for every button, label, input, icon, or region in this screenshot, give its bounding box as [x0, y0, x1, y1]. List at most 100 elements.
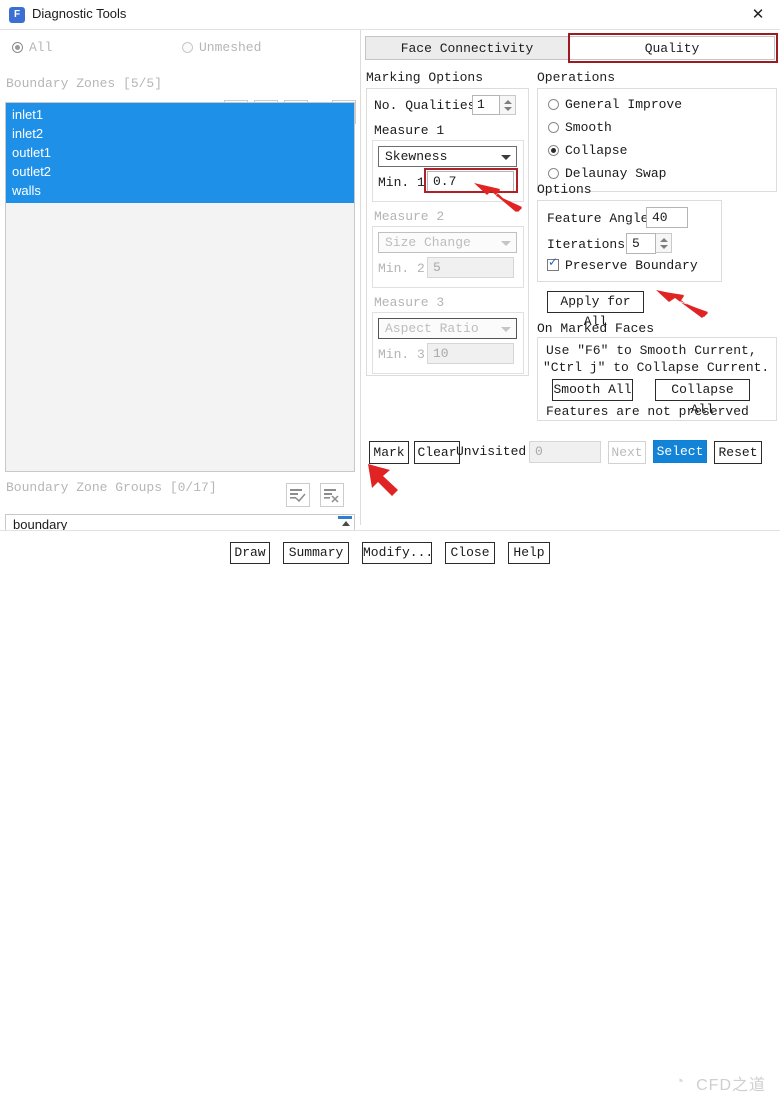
arrow-annotation-mark [368, 464, 398, 496]
operation-collapse[interactable]: Collapse [548, 143, 627, 158]
iterations-stepper[interactable] [656, 233, 672, 253]
no-qualities-label: No. Qualities [374, 98, 476, 113]
operation-smooth[interactable]: Smooth [548, 120, 612, 135]
radio-all-label: All [29, 40, 53, 55]
measure-1-label: Measure 1 [374, 123, 445, 138]
measure-3-combo: Aspect Ratio [378, 318, 517, 339]
operation-general-improve[interactable]: General Improve [548, 97, 682, 112]
unvisited-label: Unvisited [456, 444, 527, 459]
tab-bar: Face Connectivity Quality [365, 36, 775, 60]
summary-button[interactable]: Summary [283, 542, 349, 564]
min-1-label: Min. 1 [378, 175, 425, 190]
no-qualities-stepper[interactable] [500, 95, 516, 115]
min-2-input: 5 [427, 257, 514, 278]
group-list-check-icon[interactable] [286, 483, 310, 507]
preserve-boundary-checkbox[interactable]: Preserve Boundary [547, 256, 698, 273]
radio-indicator [548, 145, 559, 156]
iterations-input[interactable]: 5 [626, 233, 656, 254]
measure-2-combo-value: Size Change [385, 235, 471, 250]
checkbox-indicator [547, 256, 559, 271]
options-title: Options [537, 182, 592, 197]
clear-button[interactable]: Clear [414, 441, 460, 464]
list-item[interactable]: outlet2 [6, 162, 354, 181]
feature-angle-input[interactable]: 40 [646, 207, 688, 228]
min-2-label: Min. 2 [378, 261, 425, 276]
radio-unmeshed-label: Unmeshed [199, 40, 262, 55]
chevron-down-icon [501, 241, 511, 246]
watermark-icon: ◔ [674, 1073, 684, 1090]
preserve-boundary-label: Preserve Boundary [565, 258, 698, 273]
boundary-zone-list[interactable]: inlet1 inlet2 outlet1 outlet2 walls [5, 102, 355, 472]
radio-unmeshed[interactable]: Unmeshed [182, 40, 261, 55]
draw-button[interactable]: Draw [230, 542, 270, 564]
watermark-text: CFD之道 [696, 1077, 766, 1094]
window-title: Diagnostic Tools [32, 6, 127, 21]
feature-angle-label: Feature Angle [547, 211, 649, 226]
apply-for-all-button[interactable]: Apply for All [547, 291, 644, 329]
collapse-all-button[interactable]: Collapse All [655, 379, 750, 417]
hint-line-2: "Ctrl j" to Collapse Current. [543, 360, 770, 375]
operation-delaunay-swap[interactable]: Delaunay Swap [548, 166, 666, 181]
unvisited-input[interactable]: 0 [529, 441, 601, 463]
radio-unmeshed-indicator [182, 42, 193, 53]
measure-3-combo-value: Aspect Ratio [385, 321, 479, 336]
chevron-down-icon[interactable] [660, 245, 668, 249]
chevron-down-icon[interactable] [504, 107, 512, 111]
close-icon[interactable]: ✕ [736, 0, 780, 29]
operation-label: Delaunay Swap [565, 166, 667, 181]
radio-indicator [548, 122, 559, 133]
chevron-up-icon[interactable] [660, 238, 668, 242]
min-1-input[interactable]: 0.7 [427, 171, 514, 192]
footer-bar: Draw Summary Modify... Close Help ◔ CFD之… [0, 531, 780, 1094]
on-marked-faces-label: On Marked Faces [537, 321, 655, 336]
operation-label: Collapse [565, 143, 628, 158]
tab-face-connectivity[interactable]: Face Connectivity [365, 36, 569, 60]
tab-quality[interactable]: Quality [569, 36, 775, 60]
operation-label: General Improve [565, 97, 683, 112]
title-bar: F Diagnostic Tools ✕ [0, 0, 780, 30]
iterations-label: Iterations [547, 237, 626, 252]
radio-all[interactable]: All [12, 40, 52, 55]
arrow-annotation-apply [656, 290, 708, 318]
list-item[interactable]: inlet2 [6, 124, 354, 143]
measure-3-label: Measure 3 [374, 295, 445, 310]
features-note: Features are not preserved [546, 404, 749, 419]
radio-all-indicator [12, 42, 23, 53]
operations-title: Operations [537, 70, 616, 85]
measure-1-combo[interactable]: Skewness [378, 146, 517, 167]
operation-label: Smooth [565, 120, 612, 135]
modify-button[interactable]: Modify... [362, 542, 433, 564]
no-qualities-input[interactable]: 1 [472, 95, 500, 115]
mark-button[interactable]: Mark [369, 441, 409, 464]
min-3-label: Min. 3 [378, 347, 425, 362]
close-button[interactable]: Close [445, 542, 495, 564]
app-icon: F [9, 7, 25, 23]
scrollbar-thumb[interactable] [338, 516, 352, 519]
select-button[interactable]: Select [653, 440, 707, 463]
list-item[interactable]: outlet1 [6, 143, 354, 162]
panel-divider [360, 30, 361, 525]
scroll-up-icon[interactable] [342, 521, 350, 526]
group-list-x-icon[interactable] [320, 483, 344, 507]
boundary-zone-groups-label: Boundary Zone Groups [0/17] [6, 480, 217, 495]
marking-options-title: Marking Options [366, 70, 484, 85]
zone-selection-block: inlet1 inlet2 outlet1 outlet2 walls [6, 103, 354, 203]
list-item[interactable]: walls [6, 181, 354, 200]
list-item[interactable]: inlet1 [6, 105, 354, 124]
hint-line-1: Use "F6" to Smooth Current, [546, 343, 757, 358]
min-3-input: 10 [427, 343, 514, 364]
chevron-down-icon[interactable] [501, 155, 511, 160]
measure-1-combo-value: Skewness [385, 149, 448, 164]
next-button[interactable]: Next [608, 441, 646, 464]
reset-button[interactable]: Reset [714, 441, 762, 464]
help-button[interactable]: Help [508, 542, 550, 564]
chevron-down-icon [501, 327, 511, 332]
smooth-all-button[interactable]: Smooth All [552, 379, 633, 401]
boundary-zones-label: Boundary Zones [5/5] [6, 76, 163, 91]
radio-indicator [548, 168, 559, 179]
measure-2-combo: Size Change [378, 232, 517, 253]
measure-2-label: Measure 2 [374, 209, 445, 224]
radio-indicator [548, 99, 559, 110]
chevron-up-icon[interactable] [504, 100, 512, 104]
left-panel: All Unmeshed Boundary Zones [5/5] inlet1… [0, 30, 360, 552]
